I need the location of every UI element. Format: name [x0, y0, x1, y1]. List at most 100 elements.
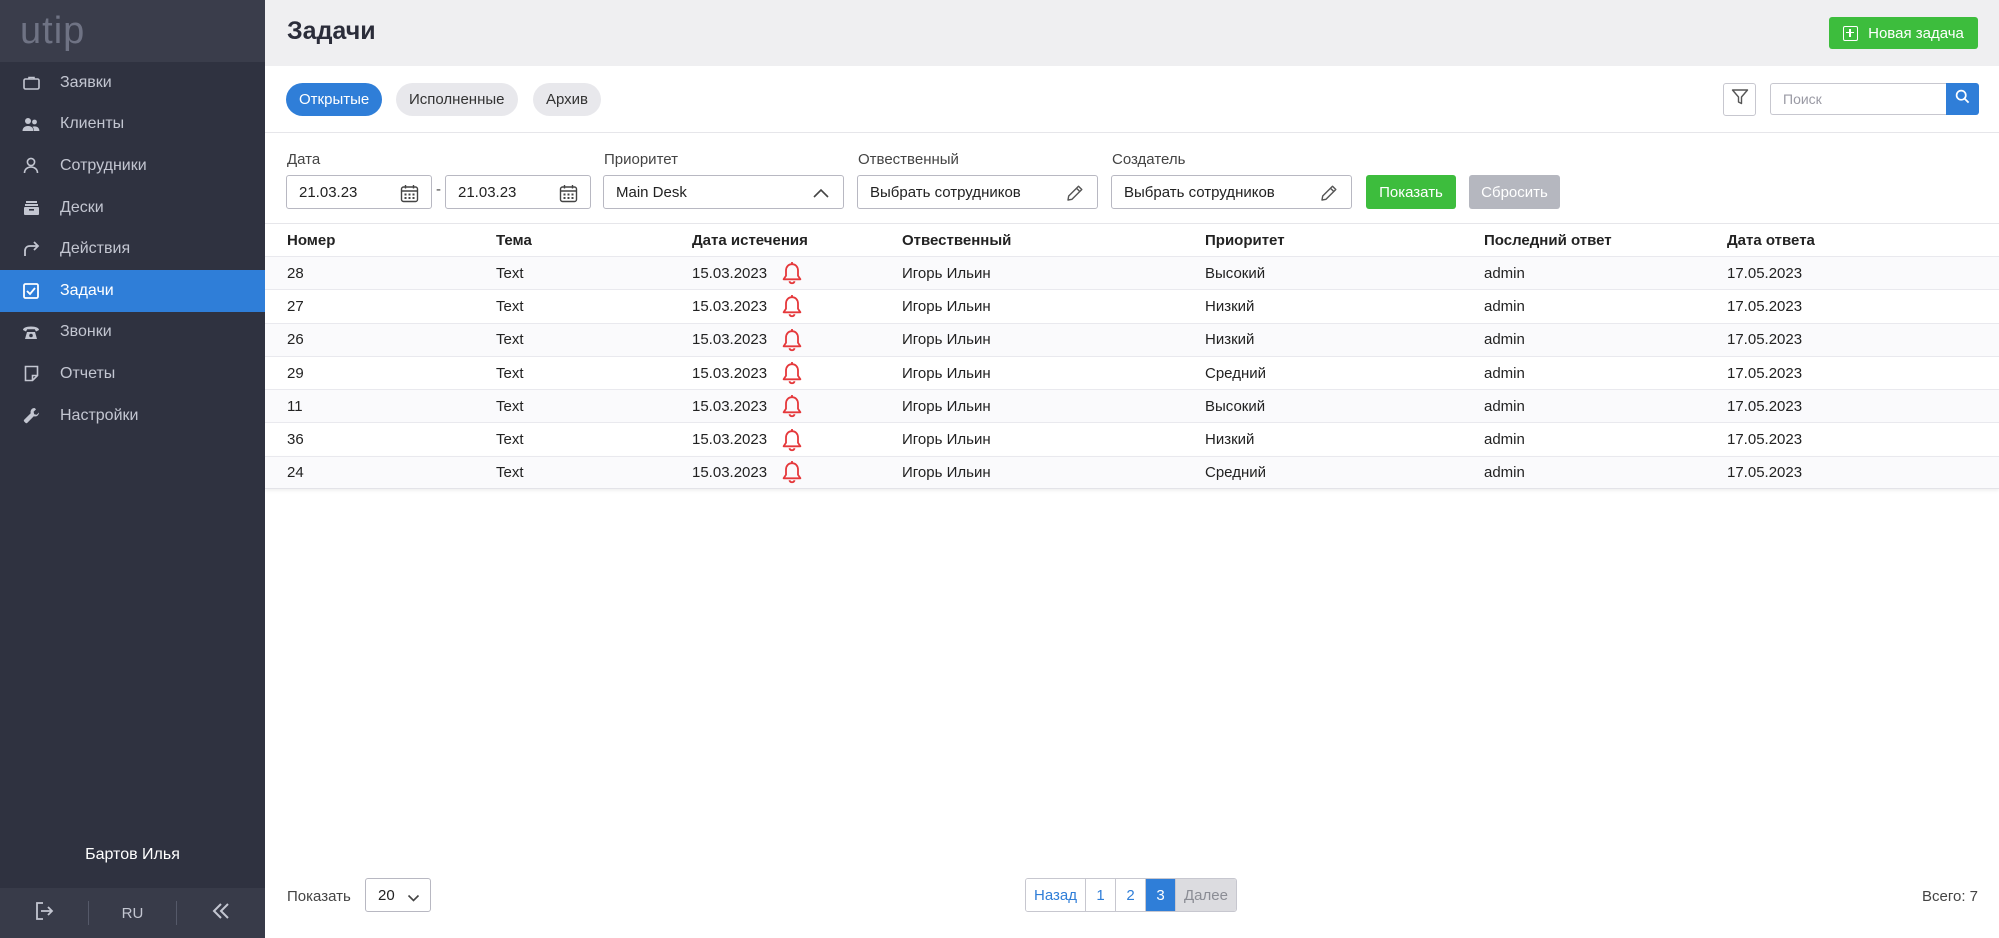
cell-text: 26 [287, 331, 304, 349]
cell-text: Игорь Ильин [902, 463, 991, 481]
table-cell: 29 [287, 357, 304, 389]
sidebar-item-tasks[interactable]: Задачи [0, 269, 265, 312]
funnel-icon [1731, 88, 1749, 111]
responsible-label: Отвественный [858, 151, 959, 168]
sidebar-item-settings[interactable]: Настройки [0, 395, 265, 437]
pagination-prev[interactable]: Назад [1026, 879, 1086, 911]
pagination-page-3[interactable]: 3 [1146, 879, 1176, 911]
column-header[interactable]: Дата истечения [692, 224, 808, 256]
bell-icon[interactable] [781, 361, 803, 385]
creator-select[interactable]: Выбрать сотрудников [1111, 175, 1352, 209]
table-row[interactable]: 36 Text 15.03.2023 Игорь Ильин Низкий admin 17… [265, 422, 1999, 456]
table-cell: admin [1484, 390, 1525, 422]
search-input[interactable] [1770, 83, 1946, 115]
sidebar-item-label: Дески [60, 198, 104, 216]
table-cell: Низкий [1205, 324, 1254, 356]
priority-select[interactable]: Main Desk [603, 175, 844, 209]
table-row[interactable]: 11 Text 15.03.2023 Игорь Ильин Высокий admin 1… [265, 389, 1999, 423]
table-cell: 11 [287, 390, 303, 422]
sidebar-item-requests[interactable]: Заявки [0, 62, 265, 104]
cell-text: 17.05.2023 [1727, 297, 1803, 315]
creator-label: Создатель [1112, 151, 1186, 168]
tab-archive[interactable]: Архив [533, 83, 602, 116]
column-header[interactable]: Номер [287, 224, 335, 256]
date-from-field[interactable]: 21.03.23 [286, 175, 432, 209]
table-row[interactable]: 24 Text 15.03.2023 Игорь Ильин Средний admin 1… [265, 455, 1999, 490]
tab-open[interactable]: Открытые [286, 83, 383, 116]
search-button[interactable] [1946, 83, 1979, 115]
table-cell: 17.05.2023 [1727, 390, 1802, 422]
column-header[interactable]: Приоритет [1205, 224, 1285, 256]
cell-text: Высокий [1205, 397, 1266, 415]
per-page-value: 20 [378, 886, 395, 904]
bell-icon[interactable] [781, 394, 803, 418]
table-cell: Text [496, 390, 524, 422]
tab-completed[interactable]: Исполненные [396, 83, 518, 116]
table-cell: Text [496, 357, 524, 389]
table-row[interactable]: 29 Text 15.03.2023 Игорь Ильин Средний admin 1… [265, 355, 1999, 390]
pagination-page-2[interactable]: 2 [1116, 879, 1146, 911]
checkbox-icon [22, 282, 40, 300]
column-header[interactable]: Дата ответа [1727, 224, 1815, 256]
cell-text: admin [1484, 364, 1525, 382]
sidebar-item-desks[interactable]: Дески [0, 187, 265, 229]
reset-button[interactable]: Сбросить [1469, 175, 1560, 209]
table-cell: admin [1484, 457, 1525, 488]
pencil-icon[interactable] [1319, 183, 1339, 203]
sidebar-item-calls[interactable]: Звонки [0, 312, 265, 354]
pencil-icon[interactable] [1065, 183, 1085, 203]
table-cell: Text [496, 457, 524, 488]
creator-value: Выбрать сотрудников [1124, 183, 1275, 201]
table-cell: 26 [287, 324, 304, 356]
date-to-field[interactable]: 21.03.23 [445, 175, 591, 209]
column-header[interactable]: Последний ответ [1484, 224, 1612, 256]
sidebar-item-reports[interactable]: Отчеты [0, 353, 265, 395]
sidebar-item-actions[interactable]: Действия [0, 228, 265, 270]
cell-text: 17.05.2023 [1727, 431, 1803, 449]
cell-text: Игорь Ильин [902, 297, 991, 315]
table-cell: 17.05.2023 [1727, 423, 1802, 455]
bell-icon[interactable] [781, 261, 803, 285]
column-header[interactable]: Отвественный [902, 224, 1011, 256]
responsible-select[interactable]: Выбрать сотрудников [857, 175, 1098, 209]
filter-button[interactable] [1723, 83, 1756, 116]
pagination-page-1[interactable]: 1 [1086, 879, 1116, 911]
double-chevron-left-icon [211, 901, 231, 925]
table-cell: Text [496, 257, 524, 289]
calendar-icon[interactable] [558, 183, 578, 203]
bell-icon[interactable] [781, 428, 803, 452]
collapse-sidebar-button[interactable] [177, 901, 265, 925]
clients-icon [22, 115, 40, 133]
table-cell: 15.03.2023 [692, 257, 803, 289]
table-cell: Низкий [1205, 290, 1254, 322]
wrench-icon [22, 407, 40, 425]
sidebar-item-clients[interactable]: Клиенты [0, 104, 265, 146]
table-row[interactable]: 26 Text 15.03.2023 Игорь Ильин Низкий admin 17… [265, 322, 1999, 356]
calendar-icon[interactable] [399, 183, 419, 203]
bell-icon[interactable] [781, 294, 803, 318]
tabs-bar: Открытые Исполненные Архив [265, 66, 1999, 133]
per-page-select[interactable]: 20 [365, 878, 431, 912]
table-cell: 15.03.2023 [692, 390, 803, 422]
show-button[interactable]: Показать [1366, 175, 1456, 209]
priority-value: Main Desk [616, 183, 687, 201]
cell-text: Игорь Ильин [902, 431, 991, 449]
table-cell: Средний [1205, 357, 1266, 389]
sidebar-item-employees[interactable]: Сотрудники [0, 145, 265, 187]
pagination-next[interactable]: Далее [1176, 879, 1236, 911]
logout-button[interactable] [0, 901, 88, 925]
table-row[interactable]: 27 Text 15.03.2023 Игорь Ильин Низкий admin 17… [265, 289, 1999, 323]
plus-square-icon [1843, 25, 1859, 41]
table-cell: 17.05.2023 [1727, 257, 1802, 289]
language-switcher[interactable]: RU [89, 901, 177, 925]
table-cell: admin [1484, 324, 1525, 356]
bell-icon[interactable] [781, 460, 803, 484]
new-task-button[interactable]: Новая задача [1829, 17, 1978, 49]
column-header[interactable]: Тема [496, 224, 532, 256]
table-cell: 17.05.2023 [1727, 324, 1802, 356]
bell-icon[interactable] [781, 328, 803, 352]
logout-icon [34, 901, 54, 925]
cell-text: 28 [287, 264, 304, 282]
table-cell: Средний [1205, 457, 1266, 488]
table-row[interactable]: 28 Text 15.03.2023 Игорь Ильин Высокий admin 1… [265, 256, 1999, 290]
